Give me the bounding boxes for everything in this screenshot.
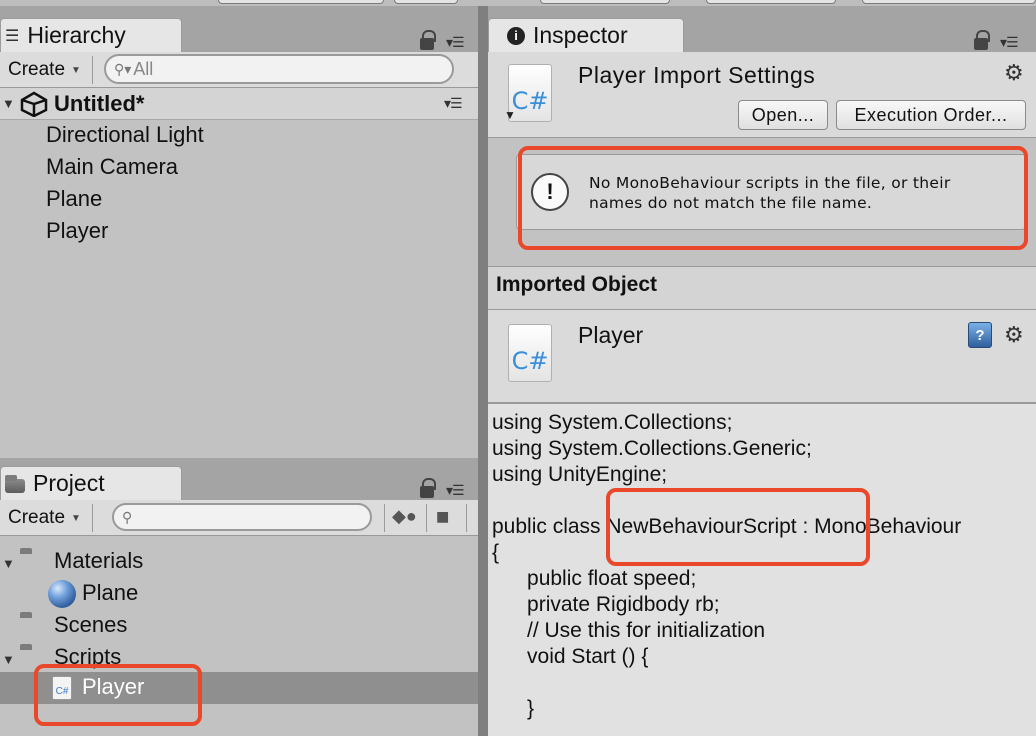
hierarchy-item-directional-light[interactable]: Directional Light <box>46 122 204 148</box>
tab-inspector[interactable]: i Inspector <box>488 18 684 52</box>
divider <box>384 504 385 532</box>
highlight-box <box>518 146 1028 250</box>
imported-object-title: Imported Object <box>496 273 658 296</box>
expand-triangle-icon[interactable]: ▼ <box>2 96 15 111</box>
imported-object-name: Player <box>578 322 644 348</box>
project-item-plane[interactable]: Plane <box>0 580 478 610</box>
toolbar-button-2[interactable] <box>394 0 458 4</box>
toolbar-button-5[interactable] <box>862 0 1036 4</box>
inspector-menu-icon[interactable]: ▾☰ <box>1000 34 1019 51</box>
project-item-scenes[interactable]: Scenes <box>0 612 478 642</box>
hierarchy-item-player[interactable]: Player <box>46 218 108 244</box>
code-line: public float speed; <box>492 567 697 590</box>
search-icon: ⚲ <box>122 508 133 525</box>
project-item-materials[interactable]: ▼ Materials <box>0 548 478 578</box>
project-panel: ▼ Materials Plane Scenes ▼ Scripts C# Pl… <box>0 536 478 736</box>
caret-down-icon: ▼ <box>71 512 81 524</box>
hierarchy-item-plane[interactable]: Plane <box>46 186 102 212</box>
pane-divider[interactable] <box>478 6 488 736</box>
code-line: using System.Collections; <box>492 411 733 434</box>
scene-row[interactable]: ▼ Untitled* ▾☰ <box>0 88 478 120</box>
tab-hierarchy-label: Hierarchy <box>27 22 126 48</box>
project-search-input[interactable]: ⚲ <box>112 503 372 531</box>
caret-down-icon: ▼ <box>71 64 81 76</box>
warning-area: ! No MonoBehaviour scripts in the file, … <box>488 138 1036 266</box>
project-item-label: Materials <box>54 548 144 573</box>
imported-object-row: C# Player ? ⚙ <box>488 310 1036 404</box>
tab-hierarchy[interactable]: ☰ Hierarchy <box>0 18 182 52</box>
scene-name: Untitled* <box>54 91 145 116</box>
toolbar-button-4[interactable] <box>706 0 836 4</box>
project-item-label: Scenes <box>54 612 128 637</box>
code-line: { <box>492 541 500 564</box>
code-preview: using System.Collections; using System.C… <box>488 404 1036 736</box>
divider <box>466 504 467 532</box>
filter-by-label-icon[interactable]: ◆ <box>427 502 456 531</box>
tab-inspector-label: Inspector <box>533 22 628 48</box>
code-line: private Rigidbody rb; <box>492 593 720 616</box>
divider <box>92 504 93 532</box>
toolbar-button-1[interactable] <box>218 0 384 4</box>
hierarchy-panel: ▼ Untitled* ▾☰ Directional Light Main Ca… <box>0 88 478 458</box>
scene-menu-icon[interactable]: ▾☰ <box>444 95 463 112</box>
import-settings-header: C# ▼ Player Import Settings ⚙ Open... Ex… <box>488 52 1036 138</box>
project-create-label: Create <box>8 507 66 528</box>
hierarchy-search-input[interactable]: ⚲▾ All <box>104 54 454 84</box>
highlight-box <box>34 664 202 726</box>
project-menu-icon[interactable]: ▾☰ <box>446 482 465 499</box>
code-line: // Use this for initialization <box>492 619 766 642</box>
list-icon: ☰ <box>5 27 20 45</box>
project-item-label: Plane <box>82 580 139 605</box>
search-icon: ⚲▾ <box>114 60 132 77</box>
unity-logo-icon <box>20 91 48 117</box>
tab-project[interactable]: Project <box>0 466 182 500</box>
toolbar-button-3[interactable] <box>540 0 670 4</box>
project-toolbar: Create ▼ ⚲ ◆● ◆ <box>0 500 478 536</box>
code-line: void Start () { <box>492 645 649 668</box>
hierarchy-create-label: Create <box>8 59 66 80</box>
filter-by-type-icon[interactable]: ◆● <box>392 506 417 527</box>
hierarchy-menu-icon[interactable]: ▾☰ <box>446 34 465 51</box>
dropdown-arrow-icon[interactable]: ▼ <box>504 108 516 122</box>
divider <box>426 504 427 532</box>
code-line: using UnityEngine; <box>492 463 668 486</box>
hierarchy-create-button[interactable]: Create ▼ <box>0 58 81 82</box>
folder-icon <box>5 474 25 493</box>
project-create-button[interactable]: Create ▼ <box>0 506 81 530</box>
code-line: } <box>492 697 535 720</box>
csharp-script-icon: C# <box>508 324 552 382</box>
execution-order-button[interactable]: Execution Order... <box>836 100 1026 130</box>
imported-object-header: Imported Object <box>488 266 1036 310</box>
expand-triangle-icon[interactable]: ▼ <box>2 556 15 571</box>
material-sphere-icon <box>48 580 76 608</box>
gear-icon[interactable]: ⚙ <box>1004 322 1024 348</box>
search-placeholder: All <box>133 58 154 79</box>
highlight-box <box>606 488 870 566</box>
info-icon: i <box>507 26 525 45</box>
gear-icon[interactable]: ⚙ <box>1004 60 1024 86</box>
open-button[interactable]: Open... <box>738 100 828 130</box>
tab-project-label: Project <box>33 470 105 496</box>
hierarchy-item-main-camera[interactable]: Main Camera <box>46 154 178 180</box>
code-line: using System.Collections.Generic; <box>492 437 812 460</box>
expand-triangle-icon[interactable]: ▼ <box>2 652 15 667</box>
import-settings-title: Player Import Settings <box>578 62 816 88</box>
help-book-icon[interactable]: ? <box>968 322 992 348</box>
divider <box>92 56 93 84</box>
hierarchy-toolbar: Create ▼ ⚲▾ All <box>0 52 478 88</box>
